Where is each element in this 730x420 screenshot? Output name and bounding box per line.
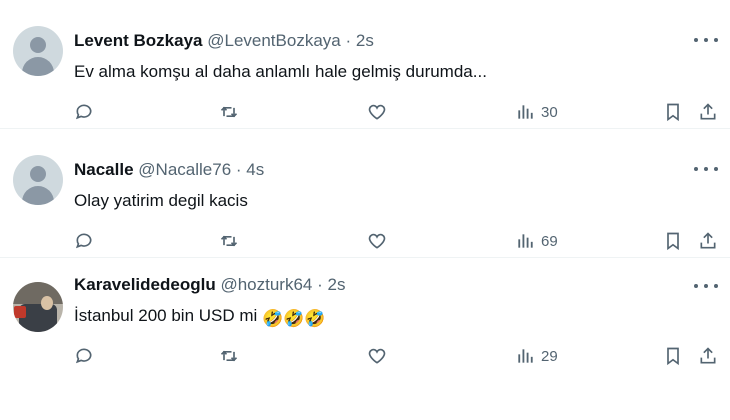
- like-icon: [368, 348, 386, 364]
- retweet-icon: [220, 235, 238, 247]
- tweet[interactable]: Karavelidedeoglu @hozturk64 · 2s İstanbu…: [0, 258, 730, 420]
- share-button[interactable]: [698, 344, 718, 368]
- like-button[interactable]: [367, 229, 387, 253]
- avatar[interactable]: [13, 26, 63, 76]
- user-handle[interactable]: @Nacalle76: [138, 160, 231, 179]
- retweet-button[interactable]: [219, 344, 239, 368]
- reply-icon: [75, 233, 92, 249]
- tweet-feed: Levent Bozkaya @LeventBozkaya · 2s Ev al…: [0, 0, 730, 420]
- action-bar: 69: [74, 229, 720, 253]
- retweet-icon: [220, 350, 238, 362]
- share-button[interactable]: [698, 100, 718, 124]
- views-icon: [518, 349, 533, 363]
- views-count: 69: [541, 232, 558, 250]
- views-icon: [518, 105, 533, 119]
- user-name[interactable]: Levent Bozkaya: [74, 31, 203, 50]
- separator-dot: ·: [235, 160, 242, 179]
- share-icon: [700, 103, 716, 120]
- tweet-text-content: İstanbul 200 bin USD mi: [74, 306, 258, 325]
- more-icon[interactable]: [694, 280, 718, 292]
- tweet[interactable]: Levent Bozkaya @LeventBozkaya · 2s Ev al…: [0, 0, 730, 129]
- views-count: 30: [541, 103, 558, 121]
- bookmark-button[interactable]: [663, 100, 683, 124]
- more-icon[interactable]: [694, 163, 718, 175]
- action-bar: 29: [74, 344, 720, 368]
- user-handle[interactable]: @LeventBozkaya: [207, 31, 341, 50]
- share-icon: [700, 232, 716, 249]
- share-icon: [700, 347, 716, 364]
- separator-dot: ·: [317, 275, 323, 294]
- views-icon: [518, 234, 533, 248]
- reply-icon: [75, 104, 92, 120]
- share-button[interactable]: [698, 229, 718, 253]
- retweet-button[interactable]: [219, 229, 239, 253]
- views-button[interactable]: 29: [515, 344, 558, 368]
- like-icon: [368, 233, 386, 249]
- reply-icon: [75, 348, 92, 364]
- bookmark-icon: [667, 232, 679, 251]
- retweet-button[interactable]: [219, 100, 239, 124]
- timestamp[interactable]: 2s: [328, 275, 346, 294]
- bookmark-button[interactable]: [663, 344, 683, 368]
- timestamp[interactable]: 4s: [246, 160, 264, 179]
- bookmark-button[interactable]: [663, 229, 683, 253]
- tweet-text: İstanbul 200 bin USD mi 🤣🤣🤣: [74, 304, 326, 331]
- tweet[interactable]: Nacalle @Nacalle76 · 4s Olay yatirim deg…: [0, 129, 730, 258]
- reply-button[interactable]: [74, 344, 94, 368]
- rofl-emoji: 🤣🤣🤣: [262, 309, 326, 328]
- action-bar: 30: [74, 100, 720, 124]
- views-button[interactable]: 30: [515, 100, 558, 124]
- bookmark-icon: [667, 103, 679, 122]
- retweet-icon: [220, 106, 238, 118]
- like-icon: [368, 104, 386, 120]
- user-name[interactable]: Karavelidedeoglu: [74, 275, 216, 294]
- more-icon[interactable]: [694, 34, 718, 46]
- separator-dot: ·: [345, 31, 352, 50]
- tweet-text: Ev alma komşu al daha anlamlı hale gelmi…: [74, 62, 487, 81]
- tweet-header: Nacalle @Nacalle76 · 4s: [74, 159, 264, 181]
- reply-button[interactable]: [74, 229, 94, 253]
- tweet-header: Levent Bozkaya @LeventBozkaya · 2s: [74, 30, 374, 52]
- views-button[interactable]: 69: [515, 229, 558, 253]
- avatar[interactable]: [13, 282, 63, 332]
- like-button[interactable]: [367, 344, 387, 368]
- bookmark-icon: [667, 347, 679, 366]
- reply-button[interactable]: [74, 100, 94, 124]
- views-count: 29: [541, 347, 558, 365]
- tweet-header: Karavelidedeoglu @hozturk64 · 2s: [74, 274, 345, 296]
- user-handle[interactable]: @hozturk64: [220, 275, 312, 294]
- tweet-text: Olay yatirim degil kacis: [74, 191, 248, 210]
- timestamp[interactable]: 2s: [356, 31, 374, 50]
- avatar[interactable]: [13, 155, 63, 205]
- like-button[interactable]: [367, 100, 387, 124]
- user-name[interactable]: Nacalle: [74, 160, 134, 179]
